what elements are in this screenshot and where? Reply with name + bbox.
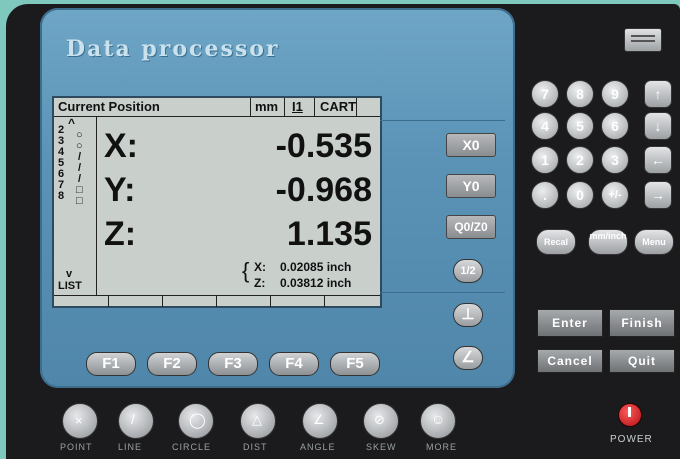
enter-button[interactable]: Enter <box>537 309 603 337</box>
list-label: LIST <box>58 280 82 292</box>
arrow-right-icon: → <box>651 187 665 203</box>
line-button[interactable]: / <box>118 403 154 439</box>
axis-z-value: 1.135 <box>286 215 372 253</box>
skew-icon: ⊘ <box>374 412 385 427</box>
angle-icon: ∠ <box>461 349 475 366</box>
finish-button[interactable]: Finish <box>609 309 675 337</box>
quit-button[interactable]: Quit <box>609 349 675 373</box>
more-label: MORE <box>426 442 457 452</box>
lcd-header: Current Position mm I1 CART <box>54 98 380 117</box>
key-4[interactable]: 4 <box>531 112 559 140</box>
axis-x-value: -0.535 <box>275 127 372 165</box>
f4-button[interactable]: F4 <box>269 352 319 376</box>
header-title: Current Position <box>58 99 160 114</box>
dist-button[interactable]: △ <box>240 403 276 439</box>
key-2[interactable]: 2 <box>566 146 594 174</box>
circle-label: CIRCLE <box>172 442 212 452</box>
print-button[interactable] <box>624 28 662 52</box>
f2-button[interactable]: F2 <box>147 352 197 376</box>
arrow-up-button[interactable]: ↑ <box>644 80 672 108</box>
cancel-button[interactable]: Cancel <box>537 349 603 373</box>
point-icon: × <box>75 413 83 428</box>
recall-button[interactable]: Recal <box>536 229 576 255</box>
line-label: LINE <box>118 442 143 452</box>
axis-z-label: Z: <box>104 215 137 253</box>
arrow-right-button[interactable]: → <box>644 181 672 209</box>
dist-label: DIST <box>243 442 268 452</box>
sub-z-value: 0.03812 inch <box>280 276 352 290</box>
angle-label: ANGLE <box>300 442 336 452</box>
half-button[interactable]: 1/2 <box>453 259 483 283</box>
key-0[interactable]: 0 <box>566 181 594 209</box>
zero-x-button[interactable]: X0 <box>446 133 496 157</box>
power-button[interactable] <box>618 403 642 427</box>
key-sign[interactable]: +/- <box>601 181 629 209</box>
print-icon <box>631 35 655 37</box>
angle-button[interactable]: ∠ <box>453 346 483 370</box>
f5-button[interactable]: F5 <box>330 352 380 376</box>
key-5[interactable]: 5 <box>566 112 594 140</box>
mm-inch-button[interactable]: mm/inch <box>588 229 628 255</box>
point-button[interactable]: × <box>62 403 98 439</box>
datum-icon: ⊥ <box>461 306 475 323</box>
scroll-up-icon[interactable]: ^ <box>68 116 75 130</box>
square-icon: □ <box>76 195 83 207</box>
arrow-down-button[interactable]: ↓ <box>644 112 672 140</box>
panel-title: Data processor <box>66 36 280 62</box>
skew-button[interactable]: ⊘ <box>363 403 399 439</box>
point-label: POINT <box>60 442 93 452</box>
dist-icon: △ <box>252 412 262 427</box>
arrow-down-icon: ↓ <box>654 118 662 134</box>
datum-button[interactable]: ⊥ <box>453 303 483 327</box>
menu-button[interactable]: Menu <box>634 229 674 255</box>
sub-x-value: 0.02085 inch <box>280 260 352 274</box>
key-3[interactable]: 3 <box>601 146 629 174</box>
f3-button[interactable]: F3 <box>208 352 258 376</box>
f1-button[interactable]: F1 <box>86 352 136 376</box>
unit-label: mm <box>255 99 279 114</box>
sub-z-label: Z: <box>254 276 266 290</box>
power-icon <box>628 407 631 417</box>
sub-x-label: X: <box>254 260 266 274</box>
feature-list: ^ 2 3 4 5 6 7 8 ○ ○ / / / □ □ v LIST <box>54 116 97 296</box>
skew-label: SKEW <box>366 442 397 452</box>
circle-button[interactable]: ◯ <box>178 403 214 439</box>
more-button[interactable]: ☺ <box>420 403 456 439</box>
line-icon: / <box>131 411 135 427</box>
arrow-up-icon: ↑ <box>654 86 662 102</box>
key-7[interactable]: 7 <box>531 80 559 108</box>
key-decimal[interactable]: . <box>531 181 559 209</box>
more-icon: ☺ <box>431 411 446 427</box>
lcd-screen: Current Position mm I1 CART ^ 2 3 4 5 6 … <box>52 96 382 308</box>
axis-y-value: -0.968 <box>275 171 372 209</box>
arrow-left-icon: ← <box>651 152 665 168</box>
angle-button-bottom[interactable]: ∠ <box>302 403 338 439</box>
power-label: POWER <box>610 434 653 445</box>
axis-x-label: X: <box>104 127 138 165</box>
key-6[interactable]: 6 <box>601 112 629 140</box>
mode-icon: I1 <box>292 99 303 114</box>
zero-y-button[interactable]: Y0 <box>446 174 496 198</box>
key-9[interactable]: 9 <box>601 80 629 108</box>
brace-icon: { <box>242 258 250 283</box>
key-1[interactable]: 1 <box>531 146 559 174</box>
arrow-left-button[interactable]: ← <box>644 146 672 174</box>
list-item[interactable]: 8 <box>58 190 64 202</box>
axis-y-label: Y: <box>104 171 136 209</box>
scroll-down-icon[interactable]: v <box>66 268 72 280</box>
zero-qz-button[interactable]: Q0/Z0 <box>446 215 496 239</box>
softkey-bar <box>54 295 380 307</box>
angle-icon: ∠ <box>313 412 325 427</box>
circle-icon: ◯ <box>189 412 206 429</box>
coord-system: CART <box>320 99 357 114</box>
key-8[interactable]: 8 <box>566 80 594 108</box>
